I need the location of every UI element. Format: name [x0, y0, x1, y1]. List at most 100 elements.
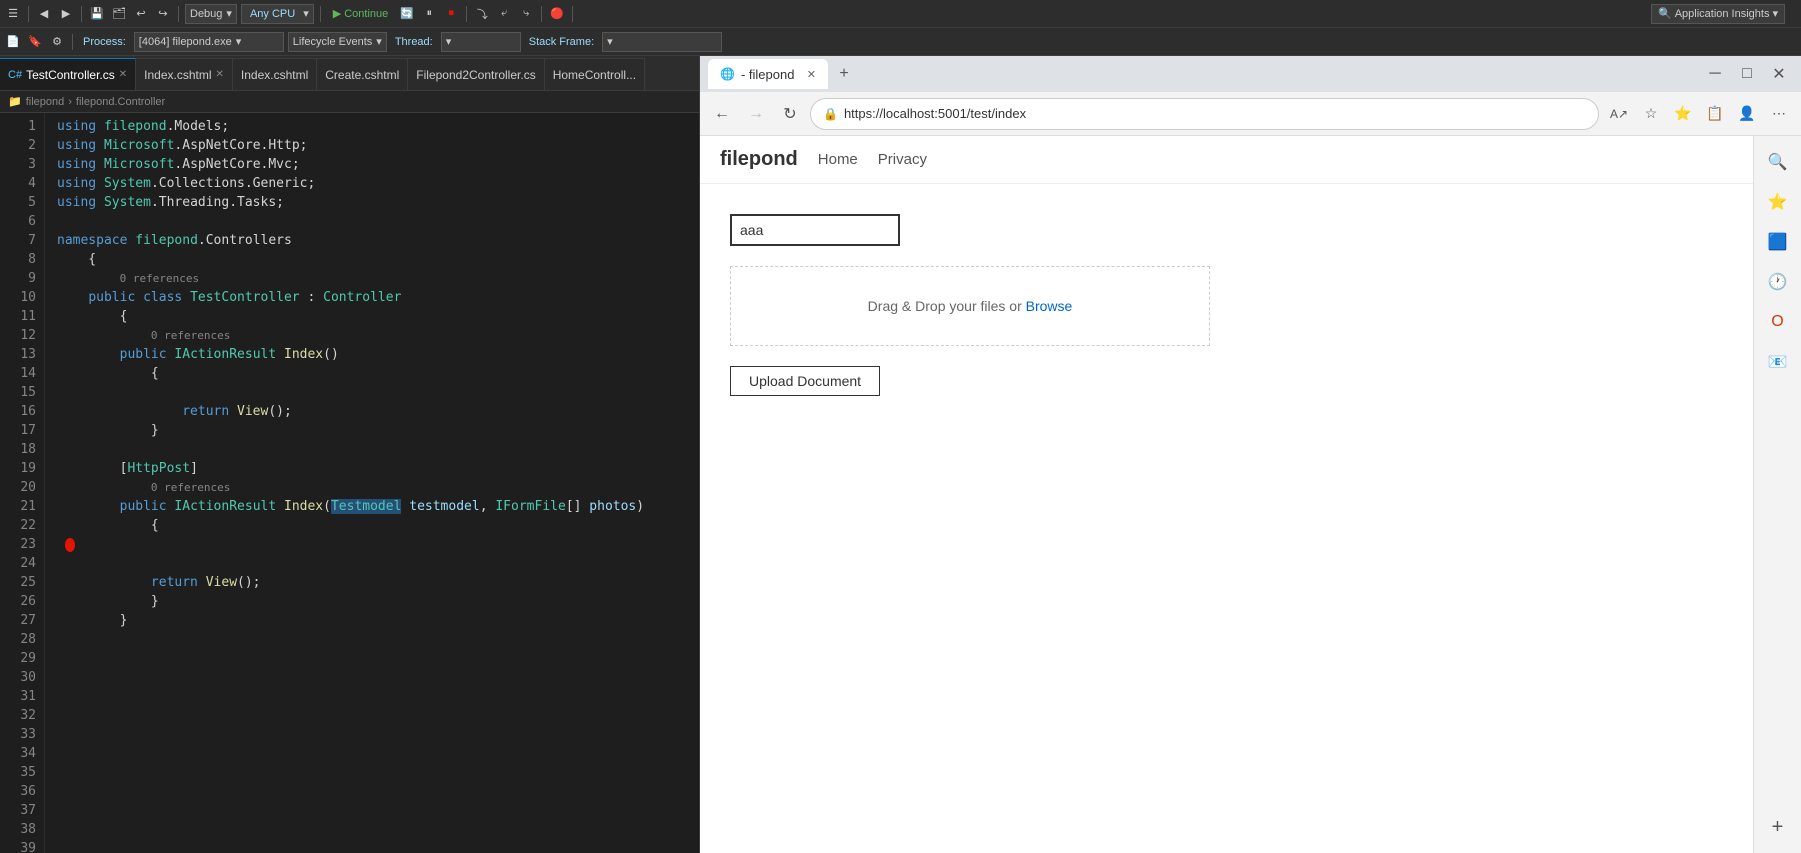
- line-numbers: 12345 678910 1112131415 1617181920 21222…: [0, 113, 45, 853]
- step-over-icon[interactable]: ⤵: [473, 5, 491, 23]
- search-sidebar-icon[interactable]: 🔍: [1760, 144, 1796, 180]
- office-sidebar-icon[interactable]: O: [1760, 304, 1796, 340]
- nav-privacy-link[interactable]: Privacy: [878, 151, 927, 168]
- play-icon: ▶: [333, 7, 341, 20]
- vs-toolbar-top: ☰ ◀ ▶ 💾 🗂 ↩ ↪ Debug ▾ Any CPU ▾ ▶ Contin…: [0, 0, 1801, 28]
- dropzone-text: Drag & Drop your files or Browse: [868, 298, 1073, 314]
- add-sidebar-icon[interactable]: +: [1760, 809, 1796, 845]
- separator: [320, 6, 321, 22]
- step-out-icon[interactable]: ⤷: [517, 5, 535, 23]
- tab-index-cshtml[interactable]: Index.cshtml ✕: [136, 58, 233, 90]
- lifecycle-dropdown[interactable]: Lifecycle Events ▾: [288, 32, 387, 52]
- close-tab-testcontroller[interactable]: ✕: [119, 69, 127, 80]
- tab-testcontroller[interactable]: C# TestController.cs ✕: [0, 58, 136, 90]
- upload-document-button[interactable]: Upload Document: [730, 366, 880, 396]
- browser-tab-title: - filepond: [741, 67, 794, 82]
- separator: [541, 6, 542, 22]
- redo-icon[interactable]: ↪: [154, 5, 172, 23]
- collections-button[interactable]: 📋: [1701, 100, 1729, 128]
- thread-dropdown[interactable]: ▾: [441, 32, 521, 52]
- outlook-sidebar-icon[interactable]: 📧: [1760, 344, 1796, 380]
- stop-icon[interactable]: ⏹: [442, 5, 460, 23]
- restart-icon[interactable]: 🔄: [398, 5, 416, 23]
- code-editor[interactable]: 12345 678910 1112131415 1617181920 21222…: [0, 113, 699, 853]
- pause-icon[interactable]: ⏸: [420, 5, 438, 23]
- tab-index-cshtml2[interactable]: Index.cshtml: [233, 58, 317, 90]
- process-dropdown[interactable]: [4064] filepond.exe ▾: [134, 32, 284, 52]
- separator: [178, 6, 179, 22]
- file-class-path: filepond.Controller: [76, 96, 165, 108]
- undo-icon[interactable]: ↩: [132, 5, 150, 23]
- site-brand: filepond: [720, 148, 798, 171]
- lock-icon: 🔒: [823, 107, 838, 121]
- cs-file-icon: C#: [8, 69, 22, 81]
- file-path: filepond: [26, 96, 65, 108]
- browser-panel: 🌐 - filepond ✕ + ─ □ ✕ ← → ↻ 🔒: [700, 56, 1801, 853]
- file-path-bar: 📁 filepond › filepond.Controller: [0, 91, 699, 113]
- main-area: C# TestController.cs ✕ Index.cshtml ✕ In…: [0, 56, 1801, 853]
- save-icon[interactable]: 💾: [88, 5, 106, 23]
- continue-button[interactable]: ▶ Continue: [327, 4, 395, 24]
- separator: [466, 6, 467, 22]
- minimize-button[interactable]: ─: [1701, 60, 1729, 88]
- browser-tab-active[interactable]: 🌐 - filepond ✕: [708, 59, 828, 89]
- code-text[interactable]: using filepond.Models; using Microsoft.A…: [45, 113, 699, 853]
- browser-main-row: filepond Home Privacy Drag & Drop your f…: [700, 136, 1801, 853]
- browser-chrome: 🌐 - filepond ✕ + ─ □ ✕ ← → ↻ 🔒: [700, 56, 1801, 136]
- address-url: https://localhost:5001/test/index: [844, 106, 1586, 121]
- favorites-button[interactable]: ☆: [1637, 100, 1665, 128]
- nav-home-link[interactable]: Home: [818, 151, 858, 168]
- insights-icon: 🔍: [1658, 7, 1672, 20]
- text-input-field[interactable]: [730, 214, 900, 246]
- config-dropdown[interactable]: Debug ▾: [185, 4, 237, 24]
- breakpoints-icon[interactable]: 🔴: [548, 5, 566, 23]
- app-insights-button[interactable]: 🔍 Application Insights ▾: [1651, 4, 1785, 24]
- menu-icon[interactable]: ☰: [4, 5, 22, 23]
- cpu-dropdown[interactable]: Any CPU ▾: [241, 4, 314, 24]
- close-window-button[interactable]: ✕: [1765, 60, 1793, 88]
- tab-filepond2controller[interactable]: Filepond2Controller.cs: [408, 58, 544, 90]
- favorites-sidebar-icon[interactable]: ⭐: [1760, 184, 1796, 220]
- profile-button[interactable]: 👤: [1733, 100, 1761, 128]
- nav-back-button[interactable]: ←: [708, 100, 736, 128]
- close-tab-index[interactable]: ✕: [216, 69, 224, 80]
- browser-nav-bar: ← → ↻ 🔒 https://localhost:5001/test/inde…: [700, 92, 1801, 136]
- file-icon[interactable]: 📄: [4, 33, 22, 51]
- nav-forward-button[interactable]: →: [742, 100, 770, 128]
- back-icon[interactable]: ◀: [35, 5, 53, 23]
- tab-favicon: 🌐: [720, 67, 735, 81]
- separator: [28, 6, 29, 22]
- nav-refresh-button[interactable]: ↻: [776, 100, 804, 128]
- site-navbar: filepond Home Privacy: [700, 136, 1753, 184]
- vs-toolbar-second: 📄 🔖 ⚙ Process: [4064] filepond.exe ▾ Lif…: [0, 28, 1801, 56]
- separator: [72, 34, 73, 50]
- browser-right-sidebar: 🔍 ⭐ 🟦 🕐 O 📧 +: [1753, 136, 1801, 853]
- browser-tab-bar: 🌐 - filepond ✕ + ─ □ ✕: [700, 56, 1801, 92]
- tab-create-cshtml[interactable]: Create.cshtml: [317, 58, 408, 90]
- separator: [572, 6, 573, 22]
- read-aloud-button[interactable]: A↗: [1605, 100, 1633, 128]
- new-tab-button[interactable]: +: [830, 60, 858, 88]
- address-bar[interactable]: 🔒 https://localhost:5001/test/index: [810, 98, 1599, 130]
- settings-more-button[interactable]: ⋯: [1765, 100, 1793, 128]
- site-main: Drag & Drop your files or Browse Upload …: [700, 184, 1753, 853]
- collections-sidebar-icon[interactable]: 🟦: [1760, 224, 1796, 260]
- browse-link[interactable]: Browse: [1026, 298, 1073, 314]
- forward-icon[interactable]: ▶: [57, 5, 75, 23]
- code-panel: C# TestController.cs ✕ Index.cshtml ✕ In…: [0, 56, 700, 853]
- browser-content: filepond Home Privacy Drag & Drop your f…: [700, 136, 1753, 853]
- tab-homecontroller[interactable]: HomeControll...: [545, 58, 645, 90]
- history-sidebar-icon[interactable]: 🕐: [1760, 264, 1796, 300]
- stack-frame-dropdown[interactable]: ▾: [602, 32, 722, 52]
- debug2-icon[interactable]: ⚙: [48, 33, 66, 51]
- dropzone[interactable]: Drag & Drop your files or Browse: [730, 266, 1210, 346]
- browser-tab-close[interactable]: ✕: [807, 68, 816, 81]
- restore-button[interactable]: □: [1733, 60, 1761, 88]
- step-into-icon[interactable]: ⤶: [495, 5, 513, 23]
- separator: [81, 6, 82, 22]
- favorites-bar-icon[interactable]: ⭐: [1669, 100, 1697, 128]
- editor-tab-bar: C# TestController.cs ✕ Index.cshtml ✕ In…: [0, 56, 699, 91]
- browser-action-buttons: A↗ ☆ ⭐ 📋 👤 ⋯: [1605, 100, 1793, 128]
- bookmark-icon[interactable]: 🔖: [26, 33, 44, 51]
- save-all-icon[interactable]: 🗂: [110, 5, 128, 23]
